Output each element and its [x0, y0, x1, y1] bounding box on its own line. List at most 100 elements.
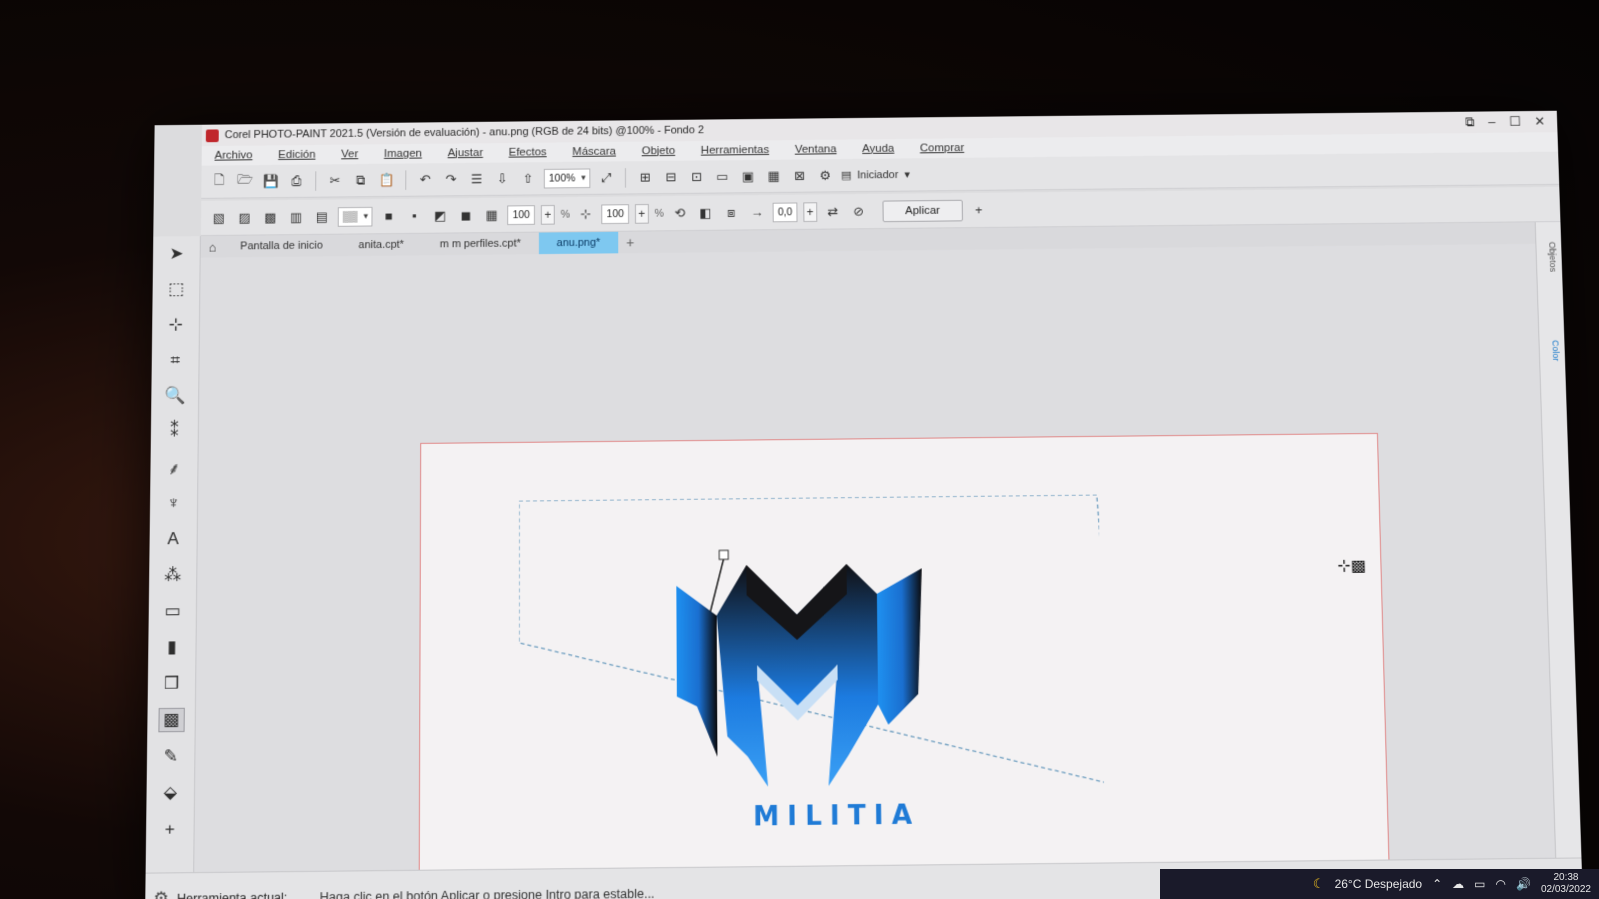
close-icon[interactable]: ✕ — [1534, 114, 1545, 130]
image-canvas[interactable]: MILITIA ⊹▩ — [419, 433, 1390, 891]
add-tool-icon[interactable]: + — [157, 817, 184, 842]
distribute-icon[interactable]: ⊟ — [661, 167, 681, 187]
transparency-field[interactable]: 100 — [508, 205, 535, 225]
fit-to-window-icon[interactable]: ⤢ — [597, 168, 617, 188]
restore-icon[interactable]: ⧉ — [1465, 115, 1475, 131]
freehand-mask-icon[interactable]: ⬚ — [163, 277, 189, 301]
object-mode-2-icon[interactable]: ▪ — [405, 206, 425, 226]
menu-ajustar[interactable]: Ajustar — [435, 147, 496, 159]
options-gear-icon[interactable]: ⚙ — [815, 165, 835, 185]
menu-ayuda[interactable]: Ayuda — [849, 143, 907, 155]
cut-icon[interactable]: ✂ — [325, 171, 345, 191]
zoom-tool-icon[interactable]: 🔍 — [162, 384, 188, 408]
transparency-icon[interactable]: ▦ — [482, 205, 502, 225]
object-mode-3-icon[interactable]: ◩ — [430, 206, 450, 226]
tab-mm-perfiles[interactable]: m m perfiles.cpt* — [422, 233, 539, 256]
menu-objeto[interactable]: Objeto — [629, 145, 688, 157]
print-icon[interactable]: ⎙ — [286, 171, 306, 191]
export-icon[interactable]: ⇧ — [518, 169, 538, 189]
onedrive-icon[interactable]: ☁ — [1452, 877, 1464, 891]
menu-archivo[interactable]: Archivo — [202, 149, 266, 161]
redo-icon[interactable]: ↷ — [441, 169, 461, 189]
save-icon[interactable]: 💾 — [261, 171, 281, 191]
menu-comprar[interactable]: Comprar — [907, 142, 977, 154]
apply-button[interactable]: Aplicar — [882, 199, 963, 221]
page-icon[interactable]: ▭ — [712, 167, 732, 187]
feather-stepper[interactable]: + — [635, 204, 649, 224]
minimize-icon[interactable]: – — [1488, 114, 1496, 130]
paste-icon[interactable]: 📋 — [377, 170, 397, 190]
new-file-icon[interactable]: 🗋 — [209, 172, 229, 192]
frame-icon[interactable]: ▣ — [738, 166, 758, 186]
offset-stepper[interactable]: + — [803, 202, 817, 222]
tray-chevron-icon[interactable]: ⌃ — [1432, 877, 1442, 891]
redeye-tool-icon[interactable]: ⁑ — [161, 420, 187, 444]
clear-icon[interactable]: ⊘ — [849, 201, 869, 221]
menu-ver[interactable]: Ver — [328, 148, 371, 160]
mask-subtract-icon[interactable]: ▩ — [260, 207, 280, 227]
undo-icon[interactable]: ↶ — [415, 170, 435, 190]
menu-efectos[interactable]: Efectos — [496, 146, 560, 158]
swap-icon[interactable]: ⇄ — [823, 202, 843, 222]
corel-app-icon — [206, 129, 219, 142]
tab-home[interactable]: Pantalla de inicio — [222, 235, 340, 258]
menu-mascara[interactable]: Máscara — [559, 146, 628, 158]
snap-icon[interactable]: ⊠ — [789, 166, 809, 186]
import-icon[interactable]: ⇩ — [492, 169, 512, 189]
guides-icon[interactable]: ⊡ — [687, 167, 707, 187]
fill-icon[interactable]: ◧ — [696, 203, 716, 223]
align-icon[interactable]: ⊞ — [635, 167, 655, 187]
offset-field[interactable]: 0,0 — [773, 202, 798, 222]
text-tool-icon[interactable]: A — [160, 527, 186, 551]
undo-list-icon[interactable]: ☰ — [467, 169, 487, 189]
photo-background: Corel PHOTO-PAINT 2021.5 (Versión de eva… — [0, 0, 1599, 899]
mask-intersect-icon[interactable]: ▥ — [286, 207, 306, 227]
shadow-tool-icon[interactable]: ❒ — [158, 671, 184, 695]
transparency-stepper[interactable]: + — [541, 205, 555, 225]
object-mode-4-icon[interactable]: ◼ — [456, 205, 476, 225]
mask-transform-icon[interactable]: ⊹ — [163, 313, 189, 337]
rotate-icon[interactable]: ⟲ — [670, 203, 690, 223]
feather-field[interactable]: 100 — [602, 204, 629, 224]
tab-anu[interactable]: anu.png* — [539, 232, 618, 254]
grid-icon[interactable]: ▦ — [764, 166, 784, 186]
wifi-icon[interactable]: ◠ — [1496, 877, 1506, 891]
merge-mode-combo[interactable]: ▒▒ ▾ — [338, 206, 373, 226]
open-file-icon[interactable]: 🗁 — [235, 171, 255, 191]
docker-tab-color[interactable]: Color — [1544, 340, 1561, 361]
mask-add-icon[interactable]: ▨ — [235, 208, 255, 228]
fill-tool-icon[interactable]: ⬙ — [157, 781, 184, 806]
maximize-icon[interactable]: ☐ — [1509, 114, 1521, 130]
menu-edicion[interactable]: Edición — [265, 149, 328, 161]
volume-icon[interactable]: 🔊 — [1516, 877, 1531, 891]
chevron-down-icon: ▾ — [363, 211, 368, 222]
menu-herramientas[interactable]: Herramientas — [688, 144, 782, 157]
clock[interactable]: 20:38 02/03/2022 — [1541, 872, 1591, 896]
eyedropper-tool-icon[interactable]: ✎ — [157, 744, 183, 769]
transparency-tool-icon[interactable]: ▩ — [158, 708, 184, 733]
battery-icon[interactable]: ▭ — [1474, 877, 1485, 891]
mask-new-icon[interactable]: ▧ — [209, 208, 229, 228]
menu-imagen[interactable]: Imagen — [371, 148, 435, 160]
copy-icon[interactable]: ⧉ — [351, 170, 371, 190]
eraser-tool-icon[interactable]: ▮ — [159, 635, 185, 659]
pick-tool-icon[interactable]: ➤ — [163, 242, 189, 266]
home-icon[interactable]: ⌂ — [209, 239, 217, 254]
zoom-combo[interactable]: 100% ▾ — [544, 168, 591, 188]
rectangle-tool-icon[interactable]: ▭ — [159, 599, 185, 623]
weather-text[interactable]: 26°C Despejado — [1335, 877, 1423, 891]
crop-tool-icon[interactable]: ⌗ — [162, 348, 188, 372]
mask-xor-icon[interactable]: ▤ — [312, 207, 332, 227]
gear-icon[interactable]: ⚙ — [153, 888, 169, 899]
effect-tool-icon[interactable]: ⁂ — [160, 563, 186, 587]
liquid-tool-icon[interactable]: ♆ — [160, 491, 186, 515]
launcher-button[interactable]: ▤ Iniciador ▾ — [841, 168, 910, 181]
object-mode-1-icon[interactable]: ■ — [379, 206, 399, 226]
layer-order-icon[interactable]: ⧈ — [721, 203, 741, 223]
menu-ventana[interactable]: Ventana — [782, 143, 850, 155]
docker-tab-objects[interactable]: Objetos — [1541, 242, 1558, 273]
clone-tool-icon[interactable]: ⸙ — [161, 455, 187, 479]
add-icon[interactable]: + — [969, 200, 989, 220]
tab-anita[interactable]: anita.cpt* — [341, 234, 422, 256]
new-tab-icon[interactable]: + — [618, 232, 642, 254]
